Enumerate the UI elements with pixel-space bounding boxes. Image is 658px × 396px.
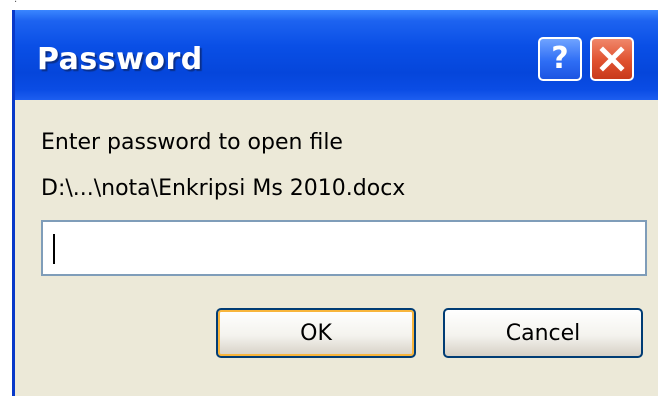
close-icon <box>599 46 625 72</box>
password-dialog: Password ? Enter password to open file D… <box>12 10 658 396</box>
file-path-label: D:\...\nota\Enkripsi Ms 2010.docx <box>41 176 406 201</box>
cancel-button[interactable]: Cancel <box>443 308 643 358</box>
corner-artifact: · <box>14 0 18 8</box>
password-field[interactable] <box>41 220 647 276</box>
close-button[interactable] <box>590 37 634 81</box>
ok-button[interactable]: OK <box>216 308 416 358</box>
dialog-title: Password <box>37 42 203 77</box>
dialog-body: Enter password to open file D:\...\nota\… <box>15 100 658 396</box>
title-bar[interactable]: Password ? <box>15 10 658 100</box>
open-file-prompt: Enter password to open file <box>41 130 343 155</box>
help-icon: ? <box>551 41 569 76</box>
text-caret <box>53 234 55 264</box>
help-button[interactable]: ? <box>538 37 582 81</box>
